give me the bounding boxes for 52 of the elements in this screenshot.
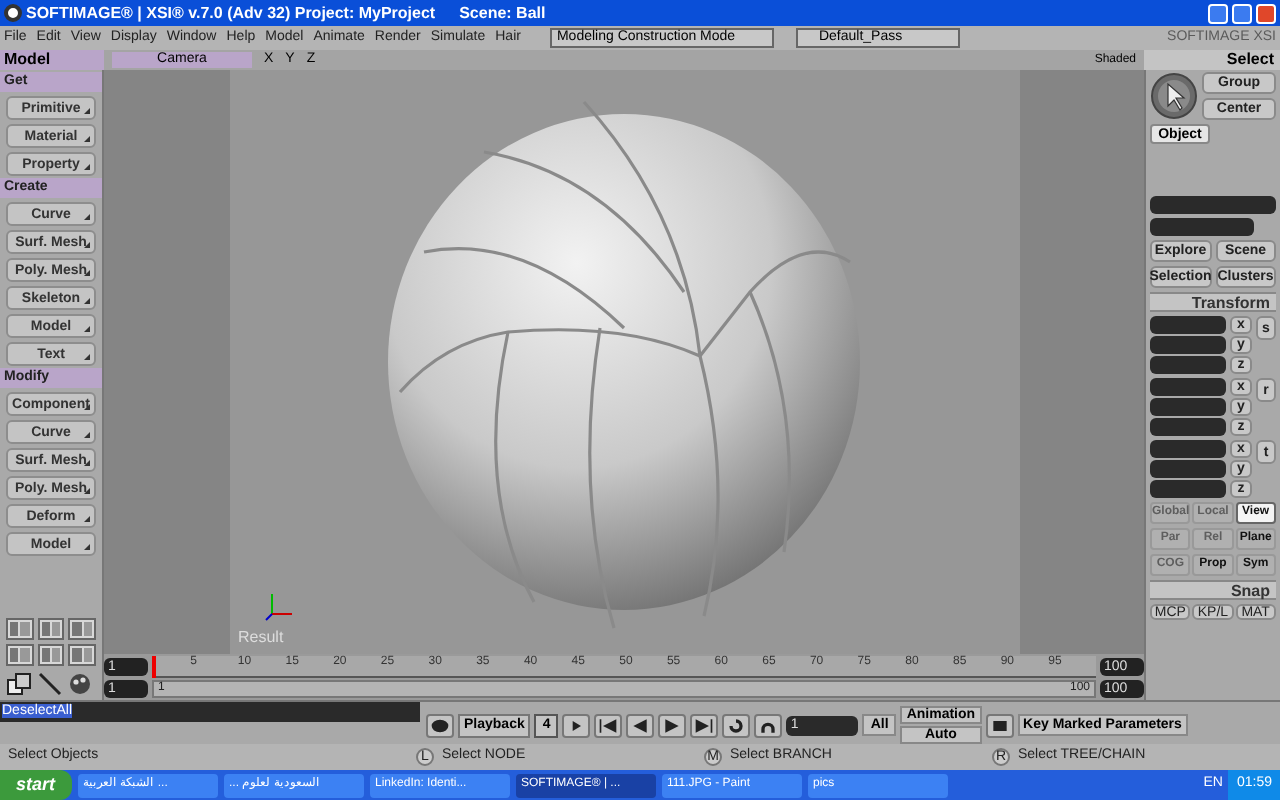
corner-arrow-icon [84, 516, 90, 522]
play-icon[interactable] [658, 713, 687, 737]
layout-icon[interactable] [6, 618, 34, 640]
value-field[interactable] [1150, 378, 1226, 396]
corner-arrow-icon [84, 214, 90, 220]
maximize-icon[interactable] [1232, 3, 1252, 23]
value-field[interactable] [1150, 336, 1226, 354]
scene-title: Scene: Ball [459, 1, 546, 25]
value-field[interactable] [1150, 418, 1226, 436]
corner-arrow-icon [84, 270, 90, 276]
value-field[interactable] [1150, 316, 1226, 334]
corner-arrow-icon [84, 354, 90, 360]
viewport-label: Result [238, 626, 284, 650]
palette-icon[interactable] [68, 672, 92, 696]
app-logo-icon [4, 4, 22, 22]
first-frame-icon[interactable] [594, 713, 623, 737]
layout-icon[interactable] [68, 644, 96, 666]
text-field[interactable] [1150, 196, 1276, 214]
panel-header[interactable]: Snap [1150, 580, 1276, 600]
corner-arrow-icon [84, 326, 90, 332]
play-backward-icon[interactable] [626, 713, 655, 737]
corner-arrow-icon [84, 432, 90, 438]
start-button[interactable]: start [0, 770, 72, 800]
value-field[interactable] [1150, 398, 1226, 416]
panel-header[interactable]: Select [1144, 50, 1280, 70]
corner-arrow-icon [84, 544, 90, 550]
corner-arrow-icon [84, 460, 90, 466]
close-icon[interactable] [1256, 3, 1276, 23]
cubes-icon[interactable] [6, 672, 32, 696]
value-field[interactable] [1150, 460, 1226, 478]
value-field[interactable] [1150, 440, 1226, 458]
layout-icon[interactable] [37, 644, 65, 666]
minimize-icon[interactable] [1208, 3, 1228, 23]
layout-icon[interactable] [37, 618, 65, 640]
value-field[interactable] [1150, 480, 1226, 498]
corner-arrow-icon [84, 404, 90, 410]
corner-arrow-icon [84, 488, 90, 494]
value-field[interactable] [1150, 356, 1226, 374]
window-title: SOFTIMAGE® | XSI® v.7.0 (Adv 32) Project: MyProject [26, 1, 436, 25]
corner-arrow-icon [84, 164, 90, 170]
layout-icon[interactable] [68, 618, 96, 640]
corner-arrow-icon [84, 136, 90, 142]
corner-arrow-icon [84, 298, 90, 304]
next-frame-icon[interactable] [562, 713, 591, 737]
panel-header[interactable]: Transform [1150, 292, 1276, 312]
last-frame-icon[interactable] [690, 713, 719, 737]
text-field[interactable] [1150, 218, 1254, 236]
corner-arrow-icon [84, 108, 90, 114]
axis-gizmo-icon [264, 590, 296, 622]
corner-arrow-icon [84, 242, 90, 248]
layout-icon[interactable] [6, 644, 34, 666]
module-dropdown[interactable]: Model [0, 50, 104, 70]
